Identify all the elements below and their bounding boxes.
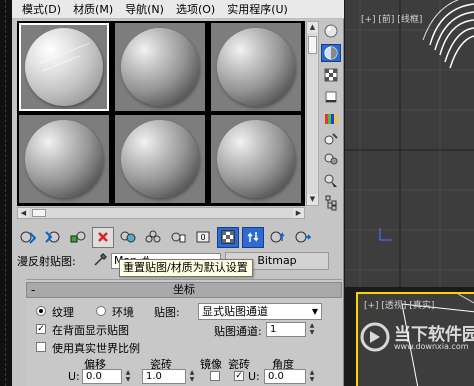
sample-sphere: [121, 120, 199, 198]
menu-modes[interactable]: 模式(D): [16, 1, 67, 17]
site-watermark: 当下软件园 www.downxia.com: [360, 318, 474, 362]
sample-sphere: [217, 120, 295, 198]
menu-options[interactable]: 选项(O): [170, 1, 221, 17]
material-editor-window: 模式(D) 材质(M) 导航(N) 选项(O) 实用程序(U) ▲ ▼ ◀ ▶: [12, 0, 344, 386]
sample-slot-4[interactable]: [19, 115, 109, 203]
sample-slot-5[interactable]: [115, 115, 205, 203]
u-tile-checkbox[interactable]: ✓: [234, 371, 244, 381]
show-end-result-icon[interactable]: [242, 226, 264, 248]
menu-material[interactable]: 材质(M): [67, 1, 119, 17]
mapping-value: 显式贴图通道: [202, 305, 268, 318]
spinner-arrows-icon[interactable]: ▲ ▼: [308, 322, 316, 337]
watermark-logo-icon: [360, 322, 390, 352]
get-material-icon[interactable]: [17, 227, 39, 248]
sample-sphere: [217, 28, 295, 106]
coordinates-rollout: - 坐标 纹理 环境 贴图: 显式贴图通道 ▼ ✓ 在背面显示贴图 贴图通道: …: [26, 279, 342, 386]
put-to-scene-icon[interactable]: [42, 227, 64, 248]
u-tiling-spinner[interactable]: 1.0: [142, 369, 186, 384]
backlight-icon[interactable]: [321, 44, 341, 62]
reset-map-tooltip: 重置贴图/材质为默认设置: [119, 259, 253, 277]
scroll-thumb[interactable]: [308, 36, 317, 54]
sample-slot-3[interactable]: [211, 23, 301, 111]
scroll-right-icon[interactable]: ▶: [293, 208, 304, 218]
map-channel-spinner[interactable]: 1: [266, 322, 306, 337]
chevron-down-icon: ▼: [311, 307, 318, 316]
viewport-divider: [345, 292, 356, 386]
sample-slot-2[interactable]: [115, 23, 205, 111]
use-real-world-scale-checkbox[interactable]: [36, 342, 46, 352]
material-toolbar: 0: [17, 226, 337, 248]
viewport-grid: [345, 0, 474, 287]
assign-to-selection-icon[interactable]: [67, 227, 89, 248]
background-icon[interactable]: [321, 66, 341, 84]
mapping-label: 贴图:: [154, 306, 180, 319]
options-icon[interactable]: [321, 150, 341, 168]
scroll-thumb[interactable]: [32, 209, 46, 217]
texture-radio-label: 纹理: [52, 306, 74, 319]
diffuse-map-label: 漫反射贴图:: [17, 255, 76, 268]
rollout-header[interactable]: - 坐标: [26, 282, 342, 298]
texture-radio[interactable]: [36, 306, 46, 316]
u-angle-spinner[interactable]: 0.0: [264, 369, 306, 384]
svg-text:0: 0: [200, 233, 205, 242]
sample-sphere: [121, 28, 199, 106]
watermark-url: www.downxia.com: [394, 342, 469, 351]
map-channel-label: 贴图通道:: [214, 325, 262, 338]
scroll-up-icon[interactable]: ▲: [307, 22, 318, 33]
menu-bar: 模式(D) 材质(M) 导航(N) 选项(O) 实用程序(U): [12, 0, 344, 19]
spinner-arrows-icon[interactable]: ▲ ▼: [188, 369, 196, 384]
sample-slot-6[interactable]: [211, 115, 301, 203]
make-preview-icon[interactable]: [321, 130, 341, 148]
sample-slot-grid: [17, 21, 305, 206]
show-map-on-back-label: 在背面显示贴图: [52, 324, 129, 337]
scroll-left-icon[interactable]: ◀: [18, 208, 29, 218]
material-id-channel-icon[interactable]: 0: [192, 227, 214, 248]
put-to-library-icon[interactable]: [167, 227, 189, 248]
mapping-dropdown[interactable]: 显式贴图通道 ▼: [198, 303, 322, 320]
menu-utilities[interactable]: 实用程序(U): [221, 1, 294, 17]
video-color-check-icon[interactable]: [321, 110, 341, 128]
go-to-parent-icon[interactable]: [267, 227, 289, 248]
sample-type-icon[interactable]: [321, 22, 341, 40]
front-viewport[interactable]: [+] [前] [线框]: [345, 0, 474, 287]
u-angle-label: U:: [248, 370, 260, 383]
menu-navigation[interactable]: 导航(N): [119, 1, 170, 17]
environment-radio[interactable]: [96, 306, 106, 316]
make-copy-icon[interactable]: [117, 227, 139, 248]
reset-map-icon[interactable]: [92, 226, 114, 248]
sample-sphere: [25, 28, 103, 106]
u-mirror-checkbox[interactable]: [210, 371, 220, 381]
material-map-navigator-icon[interactable]: [321, 194, 341, 212]
show-map-on-back-checkbox[interactable]: ✓: [36, 324, 46, 334]
use-real-world-scale-label: 使用真实世界比例: [52, 342, 140, 355]
show-shaded-in-viewport-icon[interactable]: [217, 226, 239, 248]
go-forward-to-sibling-icon[interactable]: [292, 227, 314, 248]
front-viewport-label[interactable]: [+] [前] [线框]: [361, 12, 422, 25]
sample-slot-1[interactable]: [19, 23, 109, 111]
side-toolbar: [320, 22, 342, 217]
collapse-icon[interactable]: -: [31, 283, 35, 297]
sample-sphere: [25, 120, 103, 198]
perspective-viewport-label[interactable]: [+] [透视] [真实]: [364, 298, 434, 311]
spinner-arrows-icon[interactable]: ▲ ▼: [124, 369, 132, 384]
select-by-material-icon[interactable]: [321, 172, 341, 190]
rollout-title: 坐标: [173, 283, 195, 296]
mirror-column-label: 镜像: [200, 358, 222, 371]
spinner-arrows-icon[interactable]: ▲ ▼: [308, 369, 316, 384]
environment-radio-label: 环境: [112, 306, 134, 319]
u-offset-spinner[interactable]: 0.0: [82, 369, 122, 384]
left-viewport-edge: [0, 0, 12, 386]
eyedropper-icon[interactable]: [93, 252, 108, 270]
slot-vertical-scrollbar[interactable]: ▲ ▼: [306, 21, 319, 206]
tile-column-label: 瓷砖: [228, 358, 250, 371]
scroll-down-icon[interactable]: ▼: [307, 194, 318, 205]
u-row-label: U:: [68, 370, 80, 383]
uv-tiling-icon[interactable]: [321, 88, 341, 106]
make-unique-icon[interactable]: [142, 227, 164, 248]
slot-horizontal-scrollbar[interactable]: ◀ ▶: [17, 207, 305, 219]
